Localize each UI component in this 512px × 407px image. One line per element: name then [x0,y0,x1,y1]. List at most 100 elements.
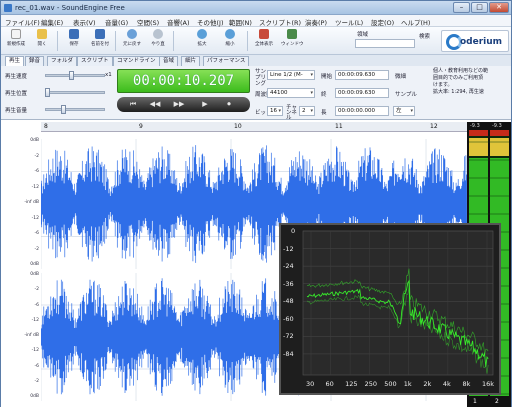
open-button[interactable]: 開く [31,29,53,53]
time-ruler[interactable]: 8 9 10 11 12 [41,122,467,132]
zoom-in-icon [197,29,207,39]
bookmark-field[interactable] [355,39,415,48]
end-label: 終 [321,92,327,98]
zoom-in-label: 拡大 [197,42,207,47]
spectrum-x-label: 16k [482,380,495,388]
spectrum-y-label: -84 [283,349,294,358]
app-window: rec_01.wav - SoundEngine Free – □ ✕ ファイル… [0,0,512,407]
playback-speed-slider[interactable] [45,74,105,77]
undo-button[interactable]: 元に戻す [121,29,143,53]
spectrum-y-label: -12 [283,244,294,253]
end-time-field[interactable]: 00:00:09.630 [335,88,389,98]
spectrum-y-label: -60 [283,314,294,323]
frequency-select[interactable]: 44100 [267,88,315,98]
start-time-field[interactable]: 00:00:09.630 [335,70,389,80]
save-as-button[interactable]: 名前を付 [89,29,111,53]
meter-channel-1: 1 [473,398,477,405]
tab-record[interactable]: 録音 [25,56,45,66]
toolbar-separator [247,31,248,51]
y-axis-label: -inf dB [24,333,39,338]
tab-script[interactable]: スクリプト [77,56,113,66]
tab-command-line[interactable]: コマンドライン [113,56,160,66]
channels-select[interactable]: 2 [299,106,315,116]
ruler-mark: 11 [335,123,343,130]
menu-bar: ファイル(F) 編集(E) 表示(V) 音量(G) 空間(S) 音響(A) その… [1,15,511,27]
sampling-select[interactable]: Line 1/2 (M- [267,70,315,80]
menu-other[interactable]: その他(J) [197,17,224,27]
playback-position-label: 再生位置 [5,91,28,97]
rewind-button[interactable]: ◀◀ [149,100,161,109]
window-button[interactable]: ウィンドウ [281,29,304,53]
tab-play[interactable]: 再生 [5,56,25,66]
menu-space[interactable]: 空間(S) [137,17,159,27]
menu-edit[interactable]: 編集(E) [41,17,63,27]
fit-view-label: 全体表示 [255,42,273,47]
minimize-button[interactable]: – [453,2,470,13]
spectrum-x-label: 125 [345,380,358,388]
maximize-button[interactable]: □ [471,2,488,13]
tab-folder[interactable]: フォルダ [47,56,78,66]
y-axis-label: 0dB [30,394,39,399]
notice-line: けます。 [433,82,453,88]
record-button[interactable]: ⏺ [223,100,235,109]
menu-tools[interactable]: ツール(L) [335,17,363,27]
menu-acoustic[interactable]: 音響(A) [167,17,190,27]
fast-forward-button[interactable]: ▶▶ [173,100,185,109]
y-axis-label: -12 [31,317,39,323]
tab-bar: 再生 録音 フォルダ スクリプト コマンドライン 音域 細片 パフォーマンス [1,55,341,66]
redo-button[interactable]: やり直 [147,29,169,53]
unit-select[interactable]: 左 [393,106,415,116]
fit-view-button[interactable]: 全体表示 [253,29,275,53]
ruler-mark: 12 [430,123,438,130]
redo-label: やり直 [151,42,165,47]
spectrum-x-label: 4k [442,380,451,388]
menu-view[interactable]: 表示(V) [73,17,96,27]
redo-icon [153,29,163,39]
notice-line: 囲目的でのみご利用頂 [433,75,484,81]
menu-settings[interactable]: 設定(O) [371,17,394,27]
spectrum-analyzer[interactable]: 0 -12 -24 -36 -48 -60 -72 -84 30 60 125 250 500 1k 2k… [279,223,501,395]
notice-line: 拡大率: 1:294, 再生速 [433,89,484,95]
y-axis-label: -inf dB [24,200,39,205]
spectrum-y-label: -36 [283,279,294,288]
spectrum-x-label: 250 [364,380,378,388]
save-as-label: 名前を付 [91,42,109,47]
menu-play[interactable]: 演奏(P) [305,17,327,27]
tab-fragment[interactable]: 細片 [181,56,201,66]
menu-range[interactable]: 範囲(N) [229,17,252,27]
playback-position-knob[interactable] [45,88,50,97]
save-button[interactable]: 保存 [63,29,85,53]
menu-file[interactable]: ファイル(F) [5,17,40,27]
menu-script[interactable]: スクリプト(R) [259,17,301,27]
play-button[interactable]: ▶ [199,100,211,109]
playback-volume-slider[interactable] [45,108,105,111]
end-mode-label: 微細 [395,74,407,80]
window-label: ウィンドウ [281,42,304,47]
playback-position-slider[interactable] [45,91,105,94]
y-axis-label: -12 [31,215,39,221]
open-folder-icon [37,29,47,39]
menu-help[interactable]: ヘルプ(H) [401,17,430,27]
zoom-in-button[interactable]: 拡大 [191,29,213,53]
zoom-out-button[interactable]: 縮小 [219,29,241,53]
menu-volume[interactable]: 音量(G) [105,17,128,27]
tab-range[interactable]: 音域 [159,56,179,66]
y-axis-label: -2 [34,153,40,159]
playback-volume-knob[interactable] [61,105,66,114]
zoom-out-icon [225,29,235,39]
new-file-button[interactable]: 新規作成 [5,29,27,53]
sample-label: サンプル [395,92,417,98]
y-axis-label: 0dB [30,272,39,277]
length-field[interactable]: 00:00:00.000 [335,106,389,116]
zoom-out-label: 縮小 [225,42,235,47]
close-button[interactable]: ✕ [489,2,509,13]
logo-text: oderium [460,37,503,47]
playback-speed-knob[interactable] [69,71,74,80]
bits-select[interactable]: 16 [267,106,283,116]
y-axis-label: -12 [31,348,39,354]
go-start-button[interactable]: ⏮ [127,100,139,109]
y-axis-label: -6 [34,302,40,308]
length-label: 長 [321,110,327,116]
tab-performance[interactable]: パフォーマンス [203,56,250,66]
bookmark-label: 領域 [357,32,369,38]
